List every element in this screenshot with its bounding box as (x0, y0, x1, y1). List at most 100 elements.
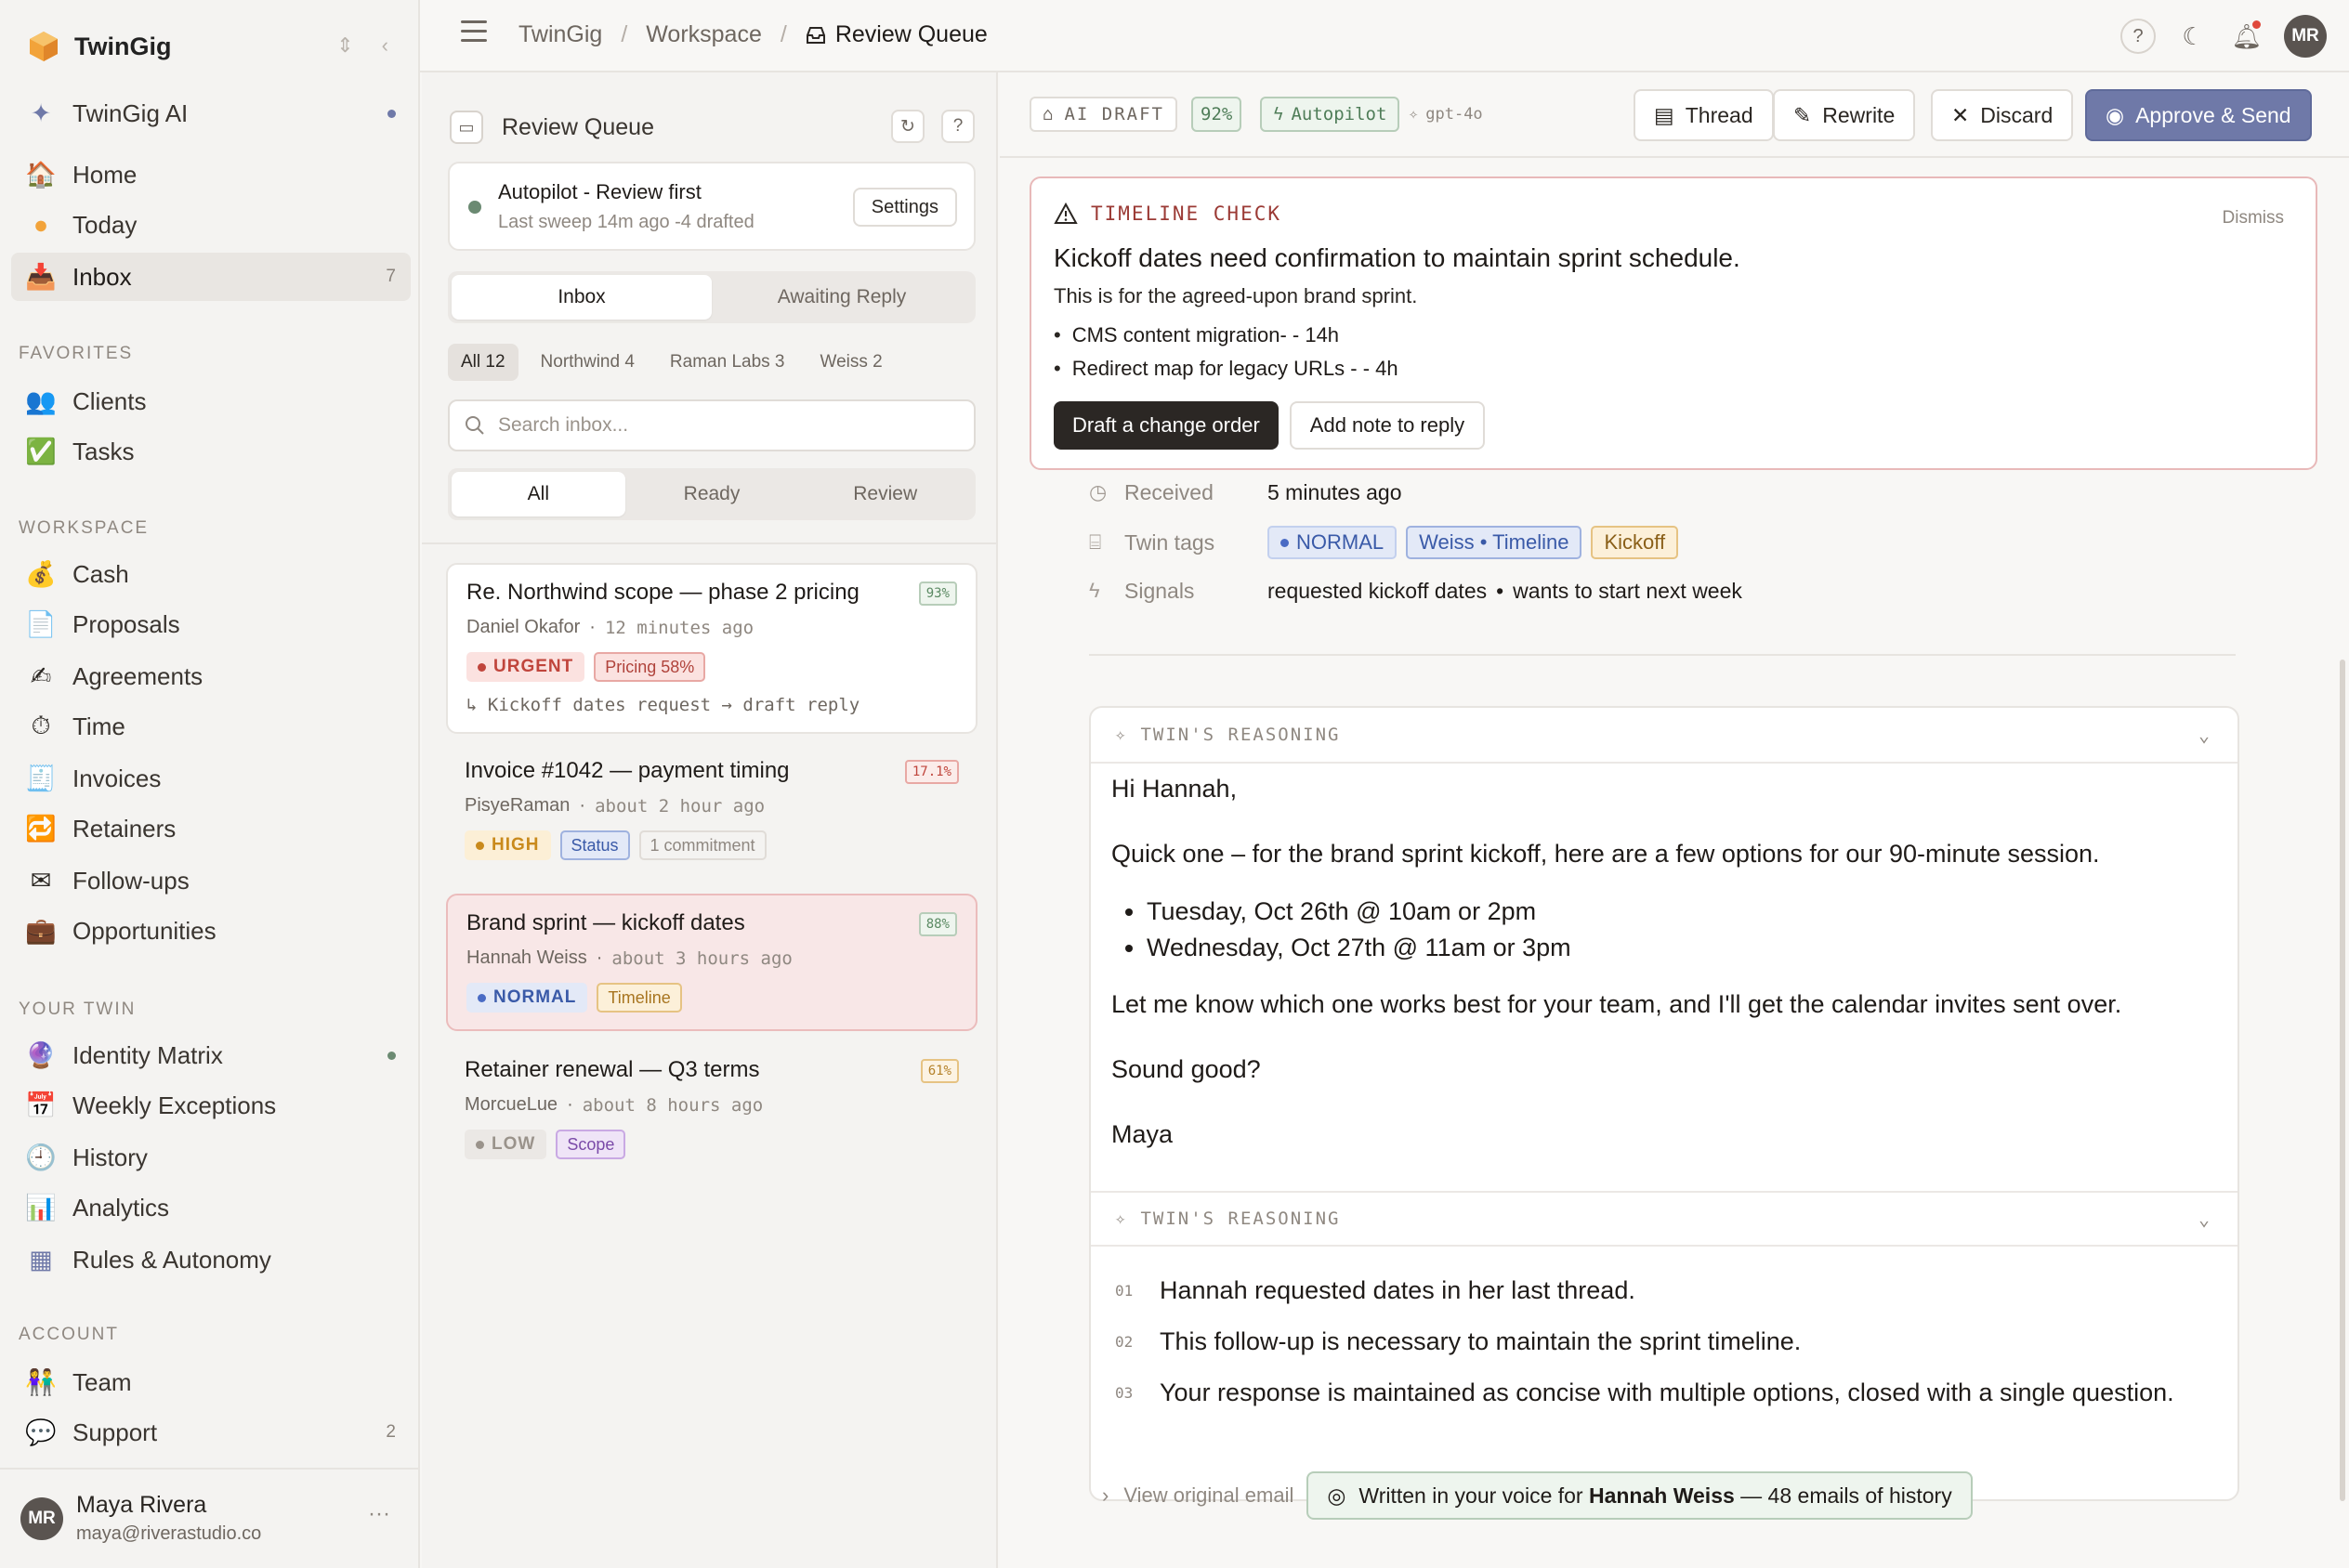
filter-all[interactable]: All 12 (448, 344, 518, 381)
alert-label: TIMELINE CHECK (1091, 203, 1282, 225)
filter-weiss[interactable]: Weiss 2 (807, 344, 896, 381)
breadcrumb-separator: / (780, 21, 787, 47)
discard-button[interactable]: ✕ Discard (1931, 89, 2074, 141)
sidebar-item-home[interactable]: 🏠 Home (11, 150, 411, 199)
list-item[interactable]: Re. Northwind scope — phase 2 pricing 93… (446, 563, 978, 734)
client-filters: All 12 Northwind 4 Raman Labs 3 Weiss 2 (448, 344, 896, 381)
item-meta: PisyeRaman · about 2 hour ago (465, 795, 765, 817)
inbox-tabs: Inbox Awaiting Reply (448, 271, 976, 323)
inbox-count: 7 (386, 267, 396, 286)
sidebar-item-identity-matrix[interactable]: 🔮 Identity Matrix (11, 1031, 411, 1079)
menu-icon[interactable] (461, 20, 487, 48)
reasoning-item: 02 This follow-up is necessary to maintai… (1115, 1316, 2174, 1367)
dark-mode-icon[interactable]: ☾ (2176, 20, 2210, 53)
sidebar-item-support[interactable]: 💬 Support 2 (11, 1408, 411, 1457)
tag: Timeline (597, 983, 682, 1013)
scrollbar[interactable] (2340, 660, 2345, 1501)
confidence-badge: 61% (920, 1059, 959, 1083)
refresh-button[interactable]: ↻ (891, 110, 925, 143)
reasoning-header[interactable]: ✧ TWIN'S REASONING ⌄ (1091, 1191, 2237, 1247)
sidebar-item-invoices[interactable]: 🧾 Invoices (11, 754, 411, 803)
target-icon: ◎ (1327, 1483, 1346, 1508)
reasoning-header[interactable]: ✧ TWIN'S REASONING ⌄ (1091, 708, 2237, 764)
sidebar-item-analytics[interactable]: 📊 Analytics (11, 1183, 411, 1232)
priority-badge: NORMAL (466, 983, 588, 1013)
list-item[interactable]: Retainer renewal — Q3 terms 61% MorcueLu… (446, 1042, 978, 1180)
breadcrumb-twingig[interactable]: TwinGig (518, 21, 602, 48)
twingig-logo-icon (30, 32, 58, 61)
alert-title: Kickoff dates need confirmation to maint… (1054, 243, 1740, 272)
chevron-down-icon[interactable]: ⌄ (2198, 724, 2211, 746)
thread-button[interactable]: ▤ Thread (1634, 89, 1774, 141)
sidebar-item-proposals[interactable]: 📄 Proposals (11, 600, 411, 648)
identity-icon: 🔮 (25, 1041, 57, 1069)
clock-icon: 🕘 (25, 1143, 57, 1171)
view-original-link[interactable]: › View original email (1102, 1483, 1293, 1508)
sidebar-item-cash[interactable]: 💰 Cash (11, 550, 411, 598)
inbox-tray-icon: ▭ (450, 111, 483, 144)
breadcrumb-workspace[interactable]: Workspace (646, 21, 762, 48)
avatar[interactable]: MR (2284, 15, 2327, 58)
sidebar-item-label: History (72, 1143, 148, 1171)
reasoning-text: Your response is maintained as concise w… (1160, 1379, 2174, 1406)
filter-northwind[interactable]: Northwind 4 (528, 344, 648, 381)
settings-button[interactable]: Settings (852, 188, 957, 227)
item-meta: MorcueLue · about 8 hours ago (465, 1094, 763, 1116)
bell-icon[interactable]: 🔔︎ (2230, 20, 2264, 53)
sidebar-item-team[interactable]: 👫 Team (11, 1358, 411, 1406)
tab-ready[interactable]: Ready (625, 472, 799, 516)
tag-weiss-timeline: Weiss • Timeline (1406, 526, 1582, 559)
sidebar-item-inbox[interactable]: 📥 Inbox 7 (11, 253, 411, 301)
sidebar-item-tasks[interactable]: ✅ Tasks (11, 427, 411, 476)
sidebar-item-twingig-ai[interactable]: ✦ TwinGig AI (11, 89, 411, 137)
user-profile[interactable]: MR Maya Rivera maya@riverastudio.co ··· (0, 1468, 418, 1568)
sidebar-item-retainers[interactable]: 🔁 Retainers (11, 804, 411, 853)
signal: requested kickoff dates (1267, 578, 1488, 603)
search-input[interactable] (498, 414, 944, 437)
sidebar-item-agreements[interactable]: ✍ Agreements (11, 652, 411, 700)
sidebar-item-rules-autonomy[interactable]: ▦ Rules & Autonomy (11, 1235, 411, 1284)
sidebar-item-label: Agreements (72, 661, 203, 690)
tab-all[interactable]: All (452, 472, 625, 516)
workspace-switch-icon[interactable]: ⇕ (336, 33, 353, 58)
list-item[interactable]: Invoice #1042 — payment timing 17.1% Pis… (446, 743, 978, 882)
email-signoff: Maya (1111, 1120, 1174, 1148)
draft-reply-card: ✧ TWIN'S REASONING ⌄ Hi Hannah, Quick on… (1089, 706, 2239, 1501)
sidebar: TwinGig ⇕ ‹ ✦ TwinGig AI 🏠 Home ● Today … (0, 0, 420, 1568)
received-value: 5 minutes ago (1267, 479, 1402, 504)
sidebar-item-label: Team (72, 1367, 132, 1396)
chevron-right-icon: › (1102, 1483, 1109, 1507)
tab-review[interactable]: Review (798, 472, 972, 516)
sidebar-item-today[interactable]: ● Today (11, 201, 411, 249)
priority-badge: LOW (465, 1130, 547, 1159)
tag: Pricing 58% (594, 652, 706, 682)
tab-awaiting-reply[interactable]: Awaiting Reply (712, 275, 972, 320)
help-button[interactable]: ? (2120, 19, 2156, 54)
sidebar-item-opportunities[interactable]: 💼 Opportunities (11, 907, 411, 955)
add-note-button[interactable]: Add note to reply (1289, 401, 1486, 450)
brand[interactable]: TwinGig ⇕ ‹ (26, 26, 398, 67)
filter-raman-labs[interactable]: Raman Labs 3 (657, 344, 798, 381)
sidebar-item-follow-ups[interactable]: ✉ Follow-ups (11, 856, 411, 905)
confidence-badge: 17.1% (904, 760, 959, 784)
sidebar-item-clients[interactable]: 👥 Clients (11, 377, 411, 425)
voice-badge: ◎ Written in your voice for Hannah Weiss… (1306, 1471, 1973, 1520)
sidebar-item-weekly-exceptions[interactable]: 📅 Weekly Exceptions (11, 1081, 411, 1130)
search-box (448, 399, 976, 451)
dismiss-button[interactable]: Dismiss (2223, 208, 2285, 229)
sidebar-item-label: TwinGig AI (72, 98, 189, 127)
checkbox-icon: ✅ (25, 438, 57, 465)
tab-inbox[interactable]: Inbox (452, 275, 712, 320)
more-options-icon[interactable]: ··· (368, 1501, 390, 1527)
chevron-down-icon[interactable]: ⌄ (2198, 1208, 2211, 1230)
draft-change-order-button[interactable]: Draft a change order (1054, 401, 1279, 450)
item-tags: LOW Scope (465, 1130, 626, 1159)
sidebar-item-history[interactable]: 🕘 History (11, 1133, 411, 1182)
collapse-sidebar-icon[interactable]: ‹ (382, 33, 388, 58)
rewrite-button[interactable]: ✎ Rewrite (1773, 89, 1916, 141)
sidebar-item-time[interactable]: ⏱ Time (11, 702, 411, 751)
section-workspace: WORKSPACE (19, 518, 150, 538)
help-button[interactable]: ? (941, 110, 975, 143)
list-item[interactable]: Brand sprint — kickoff dates 88% Hannah … (446, 894, 978, 1031)
approve-send-button[interactable]: ◉ Approve & Send (2085, 89, 2312, 141)
